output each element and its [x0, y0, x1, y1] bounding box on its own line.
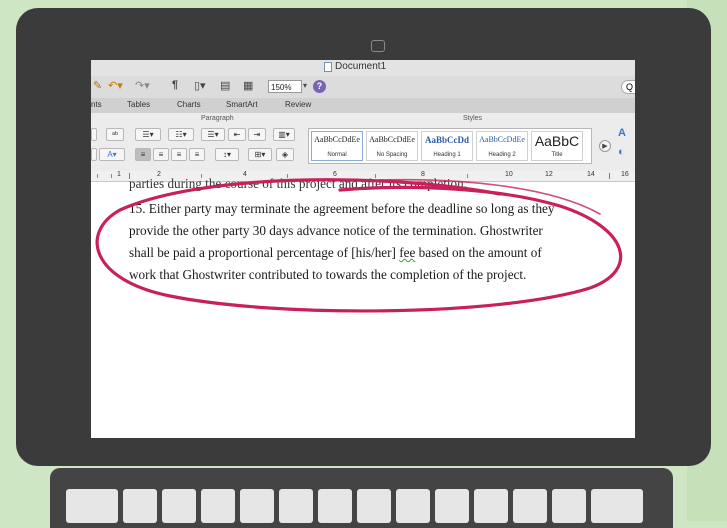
- pen-icon[interactable]: ✎: [93, 79, 102, 92]
- redo-icon[interactable]: ↷▾: [135, 79, 150, 92]
- keyboard-key: [474, 489, 508, 523]
- styles-gallery: AaBbCcDdEe Normal AaBbCcDdEe No Spacing …: [308, 128, 592, 164]
- line-spacing-button[interactable]: ↕▾: [215, 148, 239, 161]
- increase-indent-button[interactable]: ⇥: [248, 128, 266, 141]
- keyboard-key: [162, 489, 196, 523]
- keyboard-key: [66, 489, 118, 523]
- style-no-spacing[interactable]: AaBbCcDdEe No Spacing: [366, 131, 418, 161]
- styles-group-label: Styles: [463, 115, 483, 122]
- keyboard-key: [357, 489, 391, 523]
- annotation-circle: [95, 178, 623, 313]
- keyboard-key: [279, 489, 313, 523]
- keyboard-key: [591, 489, 643, 523]
- title-bar: Document1: [91, 60, 635, 77]
- keyboard-key: [552, 489, 586, 523]
- shading-button[interactable]: ◈: [276, 148, 294, 161]
- align-right-button[interactable]: ≡: [171, 148, 187, 161]
- keyboard-key: [318, 489, 352, 523]
- keyboard-key: [240, 489, 274, 523]
- keyboard-key: [396, 489, 430, 523]
- font-control-button[interactable]: [91, 128, 97, 141]
- align-left-button[interactable]: ≡: [135, 148, 151, 161]
- webcam-icon: [371, 40, 385, 52]
- style-heading-2[interactable]: AaBbCcDdEe Heading 2: [476, 131, 528, 161]
- standard-toolbar: ✎ ↶▾ ↷▾ ¶ ▯▾ ▤ ▦ 150% ▾ ? Q: [91, 76, 635, 98]
- style-title[interactable]: AaBbC Title: [531, 131, 583, 161]
- sidebar-view-icon[interactable]: ▯▾: [194, 79, 206, 92]
- tab-elements[interactable]: nts: [91, 100, 102, 109]
- undo-icon[interactable]: ↶▾: [108, 79, 123, 92]
- keyboard-key: [513, 489, 547, 523]
- paragraph-group-label: Paragraph: [201, 115, 234, 122]
- help-icon[interactable]: ?: [313, 80, 326, 93]
- numbering-button[interactable]: ☷▾: [168, 128, 194, 141]
- columns-button[interactable]: ▥▾: [273, 128, 295, 141]
- text-effects-button[interactable]: A▾: [99, 148, 125, 161]
- tab-tables[interactable]: Tables: [127, 100, 150, 109]
- media-browser-icon[interactable]: ▤: [220, 79, 230, 92]
- font-color-button[interactable]: [91, 148, 97, 161]
- multilevel-list-button[interactable]: ☰▾: [201, 128, 225, 141]
- align-center-button[interactable]: ≡: [153, 148, 169, 161]
- bullets-button[interactable]: ☰▾: [135, 128, 161, 141]
- spelling-icon[interactable]: ᵃᵇ: [106, 128, 124, 141]
- pilcrow-icon[interactable]: ¶: [172, 79, 178, 91]
- tab-review[interactable]: Review: [285, 100, 311, 109]
- tab-smartart[interactable]: SmartArt: [226, 100, 258, 109]
- window-title: Document1: [335, 61, 387, 72]
- ribbon: Paragraph Styles ᵃᵇ ☰▾ ☷▾ ☰▾ ⇤ ⇥ ▥▾ A▾ ≡…: [91, 113, 635, 172]
- ribbon-tabs: nts Tables Charts SmartArt Review: [91, 98, 635, 114]
- document-icon: [324, 62, 332, 72]
- keyboard-key: [201, 489, 235, 523]
- keyboard: [50, 468, 673, 528]
- keyboard-key: [123, 489, 157, 523]
- zoom-dropdown-icon[interactable]: ▾: [303, 81, 307, 90]
- decrease-indent-button[interactable]: ⇤: [228, 128, 246, 141]
- justify-button[interactable]: ≡: [189, 148, 205, 161]
- text-box-icon[interactable]: A: [618, 127, 626, 139]
- style-normal[interactable]: AaBbCcDdEe Normal: [311, 131, 363, 161]
- toolbox-icon[interactable]: ▦: [243, 79, 253, 92]
- borders-button[interactable]: ⊞▾: [248, 148, 272, 161]
- style-heading-1[interactable]: AaBbCcDd Heading 1: [421, 131, 473, 161]
- search-input[interactable]: Q: [621, 80, 635, 94]
- zoom-select[interactable]: 150%: [268, 80, 302, 93]
- styles-pane-icon[interactable]: ◐: [618, 146, 625, 158]
- annotation-stroke: [95, 178, 623, 313]
- tab-charts[interactable]: Charts: [177, 100, 201, 109]
- styles-next-icon[interactable]: ▶: [599, 140, 611, 152]
- keyboard-key: [435, 489, 469, 523]
